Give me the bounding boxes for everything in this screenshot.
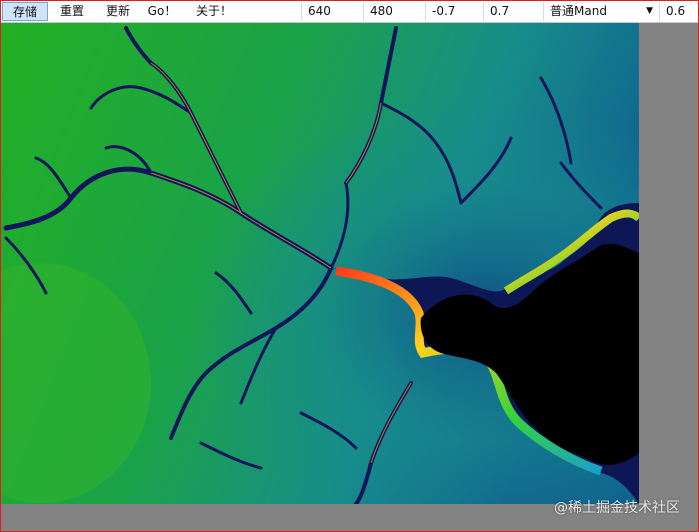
center-y-input[interactable]: 0.7 xyxy=(483,2,543,21)
mode-select[interactable]: 普通Mand ▼ xyxy=(543,2,659,21)
width-input[interactable]: 640 xyxy=(301,2,363,21)
reset-button[interactable]: 重置 xyxy=(51,2,93,21)
watermark-text: @稀土掘金技术社区 xyxy=(554,500,680,516)
app-window: 存储 重置 更新 Go！ 关于！ 640 480 -0.7 0.7 普通Mand… xyxy=(0,0,699,532)
fractal-canvas[interactable] xyxy=(1,23,639,504)
fractal-image xyxy=(1,23,639,504)
toolbar: 存储 重置 更新 Go！ 关于！ 640 480 -0.7 0.7 普通Mand… xyxy=(1,1,698,23)
save-button[interactable]: 存储 xyxy=(2,2,48,21)
go-button[interactable]: Go！ xyxy=(143,2,181,21)
about-button[interactable]: 关于！ xyxy=(188,2,240,21)
mode-select-value: 普通Mand xyxy=(550,4,607,18)
scale-input[interactable]: 0.6 xyxy=(659,2,698,21)
chevron-down-icon: ▼ xyxy=(646,6,653,16)
height-input[interactable]: 480 xyxy=(363,2,425,21)
update-button[interactable]: 更新 xyxy=(97,2,139,21)
center-x-input[interactable]: -0.7 xyxy=(425,2,483,21)
